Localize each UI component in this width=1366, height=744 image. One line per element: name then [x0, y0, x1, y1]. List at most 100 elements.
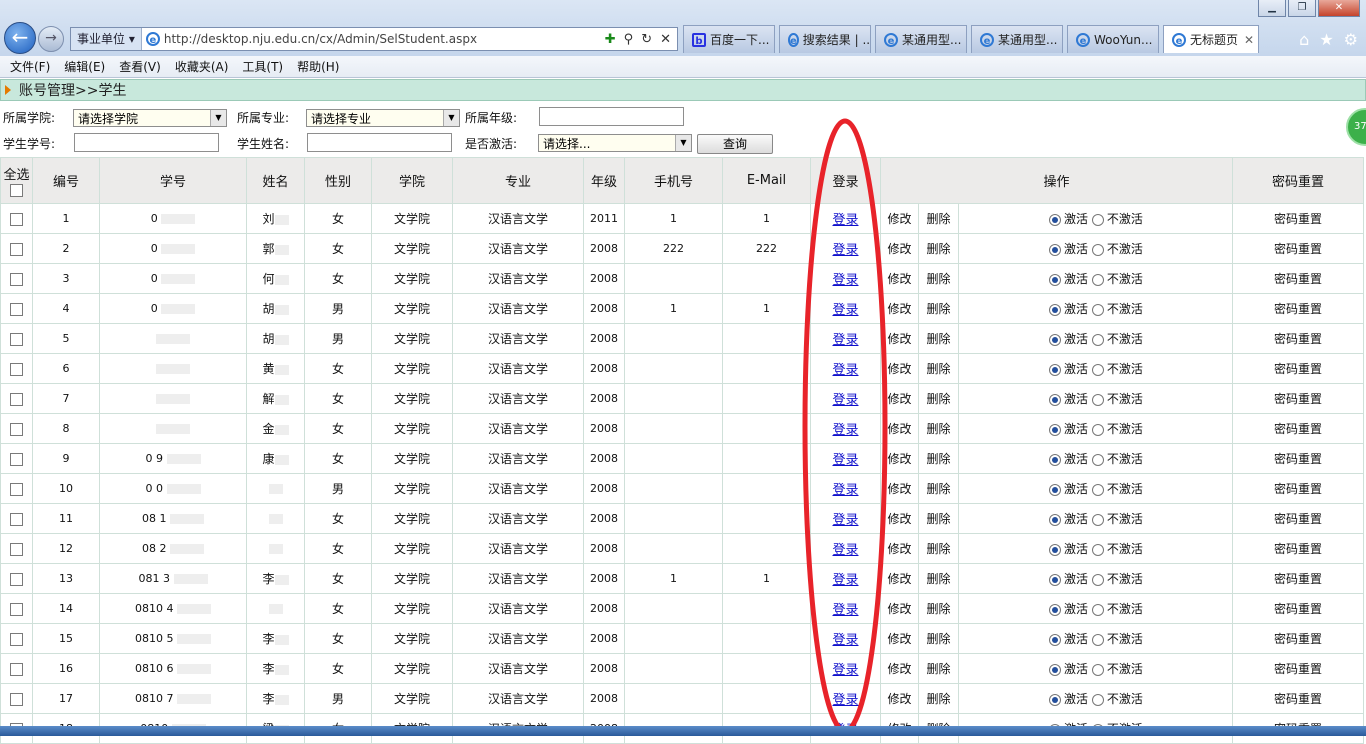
deactivate-radio[interactable]	[1091, 303, 1104, 316]
delete-link[interactable]: 删除	[926, 302, 950, 316]
edit-link[interactable]: 修改	[887, 242, 911, 256]
delete-link[interactable]: 删除	[926, 272, 950, 286]
login-link[interactable]: 登录	[832, 393, 858, 408]
edit-link[interactable]: 修改	[887, 332, 911, 346]
stop-icon[interactable]: ✕	[660, 32, 671, 47]
security-zone-dropdown[interactable]: 事业单位 ▾	[71, 28, 142, 50]
edit-link[interactable]: 修改	[887, 482, 911, 496]
forward-button[interactable]: →	[38, 26, 64, 52]
delete-link[interactable]: 删除	[926, 392, 950, 406]
delete-link[interactable]: 删除	[926, 542, 950, 556]
close-tab-icon[interactable]: ✕	[1244, 33, 1254, 47]
edit-link[interactable]: 修改	[887, 602, 911, 616]
row-checkbox[interactable]	[10, 272, 23, 286]
activate-radio[interactable]	[1049, 543, 1061, 556]
login-link[interactable]: 登录	[832, 663, 858, 678]
menu-item[interactable]: 编辑(E)	[64, 58, 105, 75]
password-reset-link[interactable]: 密码重置	[1274, 512, 1322, 526]
row-checkbox[interactable]	[10, 452, 23, 466]
row-checkbox[interactable]	[10, 512, 23, 526]
activate-radio[interactable]	[1049, 423, 1061, 436]
login-link[interactable]: 登录	[832, 423, 858, 438]
activate-radio[interactable]	[1049, 573, 1061, 586]
activate-radio[interactable]	[1049, 603, 1061, 616]
delete-link[interactable]: 删除	[926, 242, 950, 256]
password-reset-link[interactable]: 密码重置	[1274, 332, 1322, 346]
activate-radio[interactable]	[1049, 453, 1061, 466]
query-button[interactable]: 查询	[697, 134, 773, 154]
menu-item[interactable]: 帮助(H)	[297, 58, 339, 75]
deactivate-radio[interactable]	[1091, 453, 1104, 466]
edit-link[interactable]: 修改	[887, 302, 911, 316]
edit-link[interactable]: 修改	[887, 662, 911, 676]
password-reset-link[interactable]: 密码重置	[1274, 602, 1322, 616]
activate-radio[interactable]	[1049, 243, 1061, 256]
grade-input[interactable]	[539, 107, 684, 126]
login-link[interactable]: 登录	[832, 483, 858, 498]
activate-radio[interactable]	[1049, 213, 1061, 226]
login-link[interactable]: 登录	[832, 333, 858, 348]
password-reset-link[interactable]: 密码重置	[1274, 572, 1322, 586]
activate-radio[interactable]	[1049, 513, 1061, 526]
password-reset-link[interactable]: 密码重置	[1274, 452, 1322, 466]
login-link[interactable]: 登录	[832, 603, 858, 618]
delete-link[interactable]: 删除	[926, 452, 950, 466]
activate-radio[interactable]	[1049, 303, 1061, 316]
url-text[interactable]: http://desktop.nju.edu.cn/cx/Admin/SelSt…	[164, 32, 605, 46]
deactivate-radio[interactable]	[1091, 513, 1104, 526]
row-checkbox[interactable]	[10, 482, 23, 496]
address-bar[interactable]: 事业单位 ▾ e http://desktop.nju.edu.cn/cx/Ad…	[70, 27, 678, 51]
delete-link[interactable]: 删除	[926, 212, 950, 226]
deactivate-radio[interactable]	[1091, 423, 1104, 436]
login-link[interactable]: 登录	[832, 453, 858, 468]
compatibility-icon[interactable]: ✚	[605, 32, 616, 47]
activate-radio[interactable]	[1049, 693, 1061, 706]
deactivate-radio[interactable]	[1091, 333, 1104, 346]
row-checkbox[interactable]	[10, 392, 23, 406]
activate-radio[interactable]	[1049, 333, 1061, 346]
login-link[interactable]: 登录	[832, 243, 858, 258]
close-window-button[interactable]: ✕	[1318, 0, 1360, 17]
activate-radio[interactable]	[1049, 633, 1061, 646]
delete-link[interactable]: 删除	[926, 662, 950, 676]
activate-radio[interactable]	[1049, 663, 1061, 676]
delete-link[interactable]: 删除	[926, 422, 950, 436]
favorites-star-icon[interactable]: ★	[1319, 30, 1333, 49]
password-reset-link[interactable]: 密码重置	[1274, 362, 1322, 376]
deactivate-radio[interactable]	[1091, 243, 1104, 256]
delete-link[interactable]: 删除	[926, 512, 950, 526]
deactivate-radio[interactable]	[1091, 363, 1104, 376]
edit-link[interactable]: 修改	[887, 572, 911, 586]
row-checkbox[interactable]	[10, 602, 23, 616]
password-reset-link[interactable]: 密码重置	[1274, 272, 1322, 286]
select-all-checkbox[interactable]	[10, 183, 23, 197]
deactivate-radio[interactable]	[1091, 663, 1104, 676]
login-link[interactable]: 登录	[832, 543, 858, 558]
row-checkbox[interactable]	[10, 542, 23, 556]
login-link[interactable]: 登录	[832, 213, 858, 228]
password-reset-link[interactable]: 密码重置	[1274, 632, 1322, 646]
minimize-button[interactable]: ▁	[1258, 0, 1286, 17]
student-no-input[interactable]	[74, 133, 219, 152]
login-link[interactable]: 登录	[832, 273, 858, 288]
row-checkbox[interactable]	[10, 242, 23, 256]
delete-link[interactable]: 删除	[926, 332, 950, 346]
password-reset-link[interactable]: 密码重置	[1274, 692, 1322, 706]
password-reset-link[interactable]: 密码重置	[1274, 392, 1322, 406]
student-name-input[interactable]	[307, 133, 452, 152]
menu-item[interactable]: 文件(F)	[10, 58, 50, 75]
deactivate-radio[interactable]	[1091, 603, 1104, 616]
login-link[interactable]: 登录	[832, 513, 858, 528]
edit-link[interactable]: 修改	[887, 392, 911, 406]
home-icon[interactable]: ⌂	[1299, 30, 1309, 49]
major-select[interactable]: 请选择专业 ▼	[306, 109, 460, 127]
password-reset-link[interactable]: 密码重置	[1274, 212, 1322, 226]
edit-link[interactable]: 修改	[887, 632, 911, 646]
browser-tab[interactable]: b 百度一下...	[683, 25, 775, 53]
menu-item[interactable]: 收藏夹(A)	[175, 58, 229, 75]
edit-link[interactable]: 修改	[887, 272, 911, 286]
activate-radio[interactable]	[1049, 273, 1061, 286]
row-checkbox[interactable]	[10, 362, 23, 376]
edit-link[interactable]: 修改	[887, 422, 911, 436]
password-reset-link[interactable]: 密码重置	[1274, 302, 1322, 316]
